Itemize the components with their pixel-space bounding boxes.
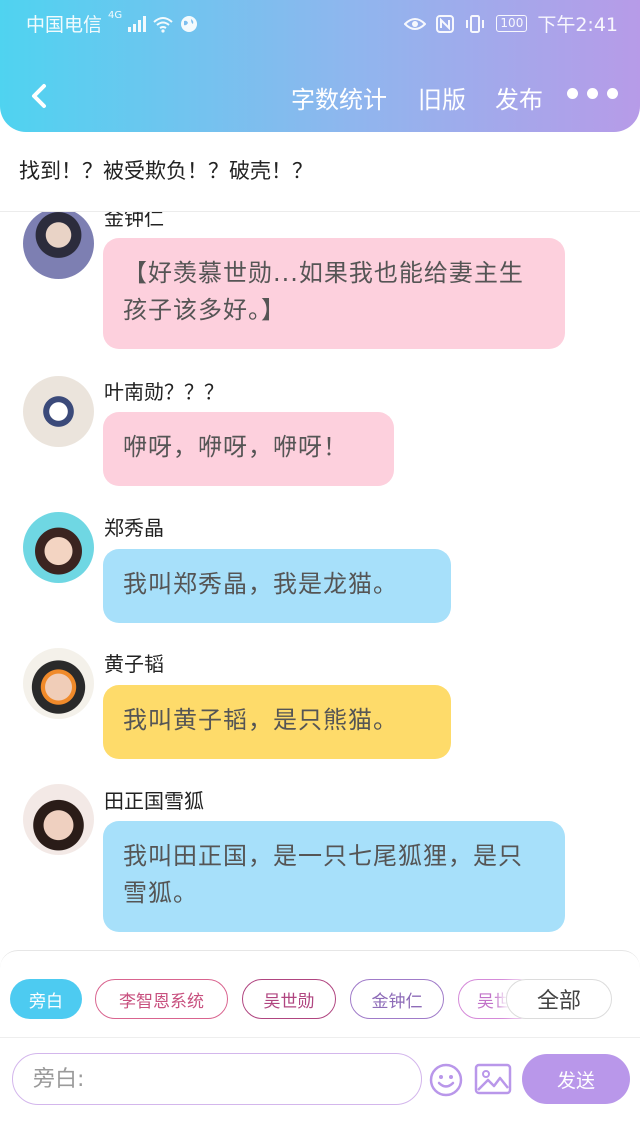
speaker-name: 叶南勋？？？ [104,380,224,404]
message-bubble: 咿呀，咿呀，咿呀！ [103,412,394,486]
avatar[interactable] [23,376,94,447]
avatar[interactable] [23,784,94,855]
wifi-icon [153,16,173,33]
story-title: 找到！？被受欺负！？破壳！？ [19,159,313,183]
message-bubble: 【好羡慕世勋...如果我也能给妻主生孩子该多好。】 [103,238,565,349]
clock: 下午2:41 [537,14,618,36]
carrier-label: 中国电信 [26,14,103,36]
character-chip[interactable]: 吴世勋 [242,979,336,1019]
avatar[interactable] [23,212,94,279]
composer-panel: 旁白 李智恩系统 吴世勋 金钟仁 吴世勋 全部 发送 [0,950,640,1139]
signal-icon [128,15,147,32]
send-button[interactable]: 发送 [522,1054,630,1104]
character-selector: 旁白 李智恩系统 吴世勋 金钟仁 吴世勋 全部 [0,979,640,1019]
composer-divider [0,1037,640,1038]
all-characters-button[interactable]: 全部 [506,979,612,1019]
message-input[interactable] [12,1053,422,1105]
avatar[interactable] [23,512,94,583]
status-bar: 中国电信 4G 100 下午2:41 [0,0,640,44]
word-count-button[interactable]: 字数统计 [291,80,387,115]
speaker-name: 郑秀晶 [104,516,164,540]
publish-button[interactable]: 发布 [495,80,543,115]
battery-icon: 100 [496,15,528,32]
character-chip[interactable]: 李智恩系统 [95,979,228,1019]
back-arrow-icon[interactable] [24,76,60,116]
app-header: 中国电信 4G 100 下午2:41 字数统计 旧版 发布 [0,0,640,132]
character-chip[interactable]: 金钟仁 [350,979,444,1019]
message-bubble: 我叫田正国，是一只七尾狐狸，是只雪狐。 [103,821,565,932]
speaker-name: 田正国雪狐 [104,789,204,813]
top-nav: 字数统计 旧版 发布 [0,72,640,122]
old-version-button[interactable]: 旧版 [418,80,466,115]
speaker-name: 黄子韬 [104,652,164,676]
more-options-icon[interactable] [567,88,618,99]
speaker-name: 金钟仁 [104,212,164,230]
vibrate-icon [466,14,485,33]
network-type: 4G [108,10,123,21]
image-icon[interactable] [474,1062,512,1096]
message-bubble: 我叫黄子韬，是只熊猫。 [103,685,451,759]
character-chip-narrator[interactable]: 旁白 [10,979,82,1019]
nfc-icon [436,14,455,33]
emoji-icon[interactable] [428,1062,464,1098]
globe-icon [181,15,198,32]
avatar[interactable] [23,648,94,719]
eye-icon [404,17,427,30]
message-bubble: 我叫郑秀晶，我是龙猫。 [103,549,451,623]
chat-list[interactable]: 金钟仁 【好羡慕世勋...如果我也能给妻主生孩子该多好。】 叶南勋？？？ 咿呀，… [0,212,640,950]
